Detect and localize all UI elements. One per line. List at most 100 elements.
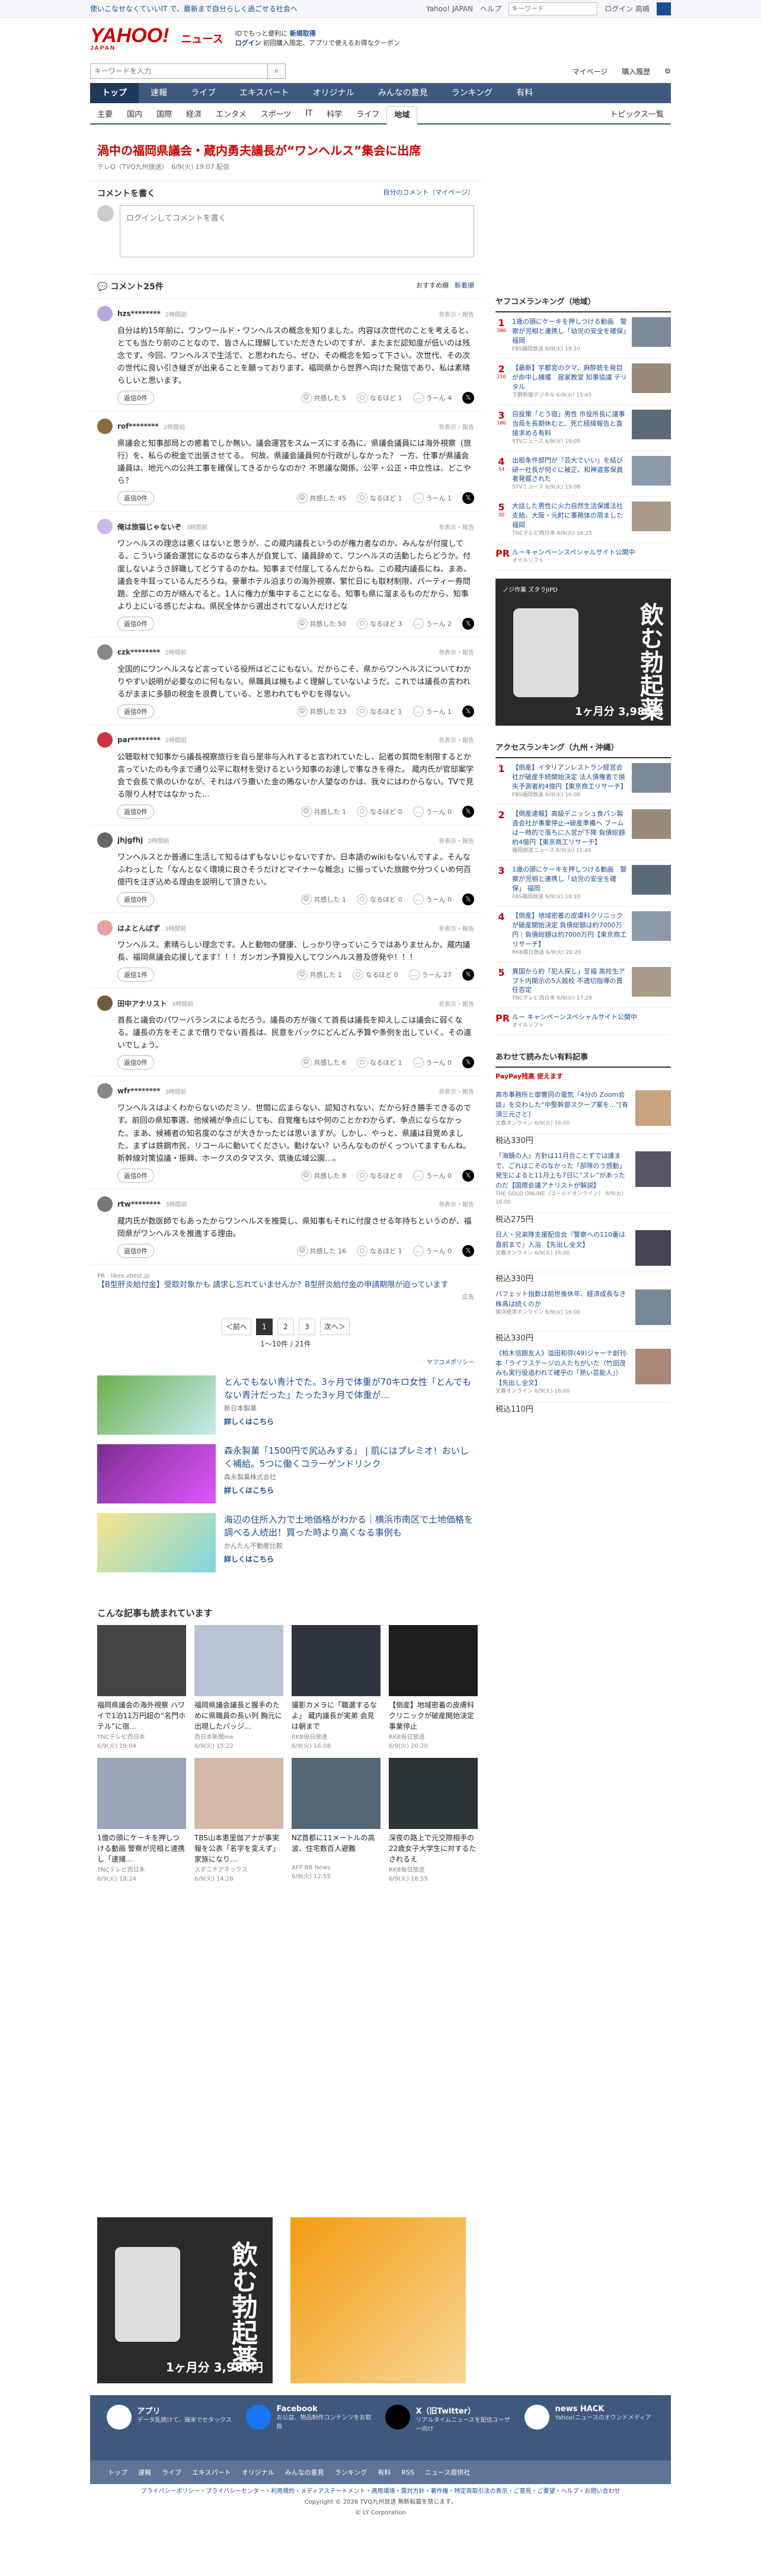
empathy-button[interactable]: ☺ 共感した 16 <box>296 1245 346 1256</box>
empathy-button[interactable]: ☺ 共感した 1 <box>296 969 342 981</box>
umm-button[interactable]: … うーん 27 <box>408 969 452 981</box>
ranking-item[interactable]: 1 【倒産】イタリアンレストラン経営会社が破産手続開始決定 法人債権者で損失予測者… <box>495 758 671 805</box>
hide-report-link[interactable]: 非表示・報告 <box>439 1087 474 1096</box>
reply-button[interactable]: 返信0件 <box>117 1168 154 1183</box>
empathy-button[interactable]: ☺ 共感した 1 <box>300 806 346 818</box>
footer-nav-item[interactable]: エキスパート <box>192 2468 231 2477</box>
next-page-button[interactable]: 次へ＞ <box>320 1318 350 1335</box>
subnav-international[interactable]: 国際 <box>149 108 179 119</box>
hide-report-link[interactable]: 非表示・報告 <box>439 1199 474 1208</box>
top-search-input[interactable] <box>509 2 598 15</box>
product-item[interactable]: バフェット指数は前世後休年、経済成長なき株高は続くのか 東洋経済オンライン 6/9… <box>495 1284 671 1343</box>
reply-button[interactable]: 返信0件 <box>117 616 154 631</box>
news-search-input[interactable] <box>90 63 268 79</box>
empathy-button[interactable]: ☺ 共感した 8 <box>300 1170 346 1181</box>
subnav-sports[interactable]: スポーツ <box>254 108 299 119</box>
footer-nav-item[interactable]: ニュース提供社 <box>425 2468 470 2477</box>
subnav-domestic[interactable]: 国内 <box>120 108 149 119</box>
footer-nav-item[interactable]: 有料 <box>378 2468 391 2477</box>
naruhodo-button[interactable]: ○ なるほど 3 <box>357 618 402 629</box>
hide-report-link[interactable]: 非表示・報告 <box>439 422 474 431</box>
footer-app[interactable]: アプリ データ乱統けて、端末でセタックス <box>106 2405 237 2430</box>
naruhodo-button[interactable]: ○ なるほど 1 <box>357 1057 402 1068</box>
product-item[interactable]: 「海鏡の人」方針は11月合ことずでは誰まで、ごれはこそのなかった「部隊のう感動」… <box>495 1145 671 1224</box>
policy-link[interactable]: ヤフコメポリシー <box>90 1349 481 1366</box>
comment-author[interactable]: 俺は旅猫じゃないぞ <box>117 522 181 532</box>
login-link[interactable]: ログイン 高嶋 <box>605 4 650 14</box>
ranking-item[interactable]: 5 30 大話した男性に火力自然生活保護法社支給、大阪・元町に事務体の周ました 福岡… <box>495 497 671 544</box>
comment-input[interactable]: ログインしてコメントを書く <box>120 205 474 257</box>
topics-list-link[interactable]: トピックス一覧 <box>603 108 671 119</box>
ranking-item[interactable]: PR ルー キャンペーンスペシャルサイト公開中 オイルソフト <box>495 1008 671 1036</box>
sort-newest[interactable]: 新着順 <box>455 280 474 292</box>
empathy-button[interactable]: ☺ 共感した 45 <box>296 493 346 504</box>
nav-opinions[interactable]: みんなの意見 <box>366 83 440 103</box>
pr-note[interactable]: PR likes.vbest.jp 【B型肝炎給付金】受取対象かも 請求し忘れて… <box>90 1263 481 1307</box>
subnav-economy[interactable]: 経済 <box>179 108 209 119</box>
comment-author[interactable]: rtw******** <box>117 1200 161 1208</box>
help-link[interactable]: ヘルプ <box>480 4 501 14</box>
page-2-button[interactable]: 2 <box>277 1318 294 1335</box>
ranking-item[interactable]: 4 【倒産】地域密着の皮膚科クリニックが破産開始決定 負債総額は約7000万円｜負… <box>495 906 671 962</box>
hide-report-link[interactable]: 非表示・報告 <box>439 309 474 318</box>
ranking-item[interactable]: 5 異国から約「犯人探し」至福 高校生アプト内開示の5人殺校 不適切指導の責任否定… <box>495 962 671 1008</box>
hide-report-link[interactable]: 非表示・報告 <box>439 836 474 845</box>
ranking-item[interactable]: 2 【倒産速報】高級デニッシュ食パン製造会社が事業停止→破産準備へ ブームは一時的… <box>495 805 671 860</box>
comment-author[interactable]: czk******** <box>117 648 160 656</box>
prev-page-button[interactable]: ＜前へ <box>221 1318 251 1335</box>
umm-button[interactable]: … うーん 1 <box>413 706 452 717</box>
subnav-major[interactable]: 主要 <box>90 108 120 119</box>
comment-author[interactable]: はよとんばず <box>117 923 160 933</box>
more-article-item[interactable]: NZ首都に11メートルの高波、住宅数百人避難 AFP BB News 6/9(火) … <box>292 1757 380 1882</box>
naruhodo-button[interactable]: ○ なるほど 0 <box>357 894 402 905</box>
x-share-icon[interactable]: 𝕏 <box>462 392 474 404</box>
footer-nav-item[interactable]: ランキング <box>335 2468 367 2477</box>
subnav-local[interactable]: 地域 <box>386 106 418 125</box>
nav-live[interactable]: ライブ <box>179 83 228 103</box>
more-article-item[interactable]: 撮影カメラに「職選するなよ」 蔵内議長が実弟 会見は朝まで RKB毎日放送 6/9(… <box>292 1624 380 1750</box>
ad-item[interactable]: とんでもない青汁でた。3ヶ月で体重が70キロ女性「とんでもない青汁だった」たった… <box>90 1375 481 1435</box>
ranking-item[interactable]: 1 386 1歳の頭にケーキを押しつける動画 警察が児相と連携し「幼児の安全を確保」… <box>495 312 671 359</box>
article-title[interactable]: 渦中の福岡県議会・蔵内勇夫議長が“ワンヘルス”集会に出席 <box>90 130 481 162</box>
more-article-item[interactable]: 【倒産】地域密着の皮膚科クリニックが破産開始決定 事業停止 RKB毎日放送 6/9(… <box>389 1624 478 1750</box>
naruhodo-button[interactable]: ○ なるほど 0 <box>357 806 402 818</box>
ad-item[interactable]: 海辺の住所入力で土地価格がわかる｜横浜市南区で土地価格を調べる人続出！買った時よ… <box>90 1512 481 1572</box>
page-3-button[interactable]: 3 <box>299 1318 315 1335</box>
reply-button[interactable]: 返信0件 <box>117 1055 154 1070</box>
naruhodo-button[interactable]: ○ なるほど 1 <box>357 1245 402 1256</box>
empathy-button[interactable]: ☺ 共感した 50 <box>296 618 346 629</box>
product-item[interactable]: 日人・兄弟隊支援配信会『警察への110番は直前まで』入浴 【先出し全文】 文春オン… <box>495 1224 671 1284</box>
subnav-it[interactable]: IT <box>298 109 319 118</box>
more-article-item[interactable]: 1億の頭にケーキを押しつける動画 警察が児相と連携し「逮捕… TNCテレビ西日本 6… <box>97 1757 186 1882</box>
page-1-button[interactable]: 1 <box>256 1318 273 1335</box>
x-share-icon[interactable]: 𝕏 <box>462 1244 474 1257</box>
umm-button[interactable]: … うーん 0 <box>413 806 452 818</box>
x-share-icon[interactable]: 𝕏 <box>462 1169 474 1182</box>
my-comments-link[interactable]: 自分のコメント（マイページ） <box>383 187 474 199</box>
empathy-button[interactable]: ☺ 共感した 5 <box>300 392 346 404</box>
more-article-item[interactable]: 深夜の路上で元交際相手の22歳女子大学生に対するたされるえ RKB毎日放送 6/9(… <box>389 1757 478 1882</box>
comment-author[interactable]: wfr******** <box>117 1087 160 1095</box>
umm-button[interactable]: … うーん 4 <box>413 392 452 404</box>
mypage-link[interactable]: マイページ <box>572 66 607 76</box>
side-ad[interactable]: ノジ作業 ズタラJIPD 飲む勃起薬 1ヶ月分 3,980円 <box>495 579 671 726</box>
yahoo-japan-link[interactable]: Yahoo! JAPAN <box>426 5 473 13</box>
yahoo-logo[interactable]: YAHOO! JAPAN <box>90 25 169 52</box>
footer-nav-item[interactable]: みんなの意見 <box>285 2468 324 2477</box>
nav-ranking[interactable]: ランキング <box>440 83 505 103</box>
nav-original[interactable]: オリジナル <box>301 83 366 103</box>
hide-report-link[interactable]: 非表示・報告 <box>439 647 474 656</box>
comment-author[interactable]: jhjgfhj <box>117 836 143 844</box>
naruhodo-button[interactable]: ○ なるほど 1 <box>357 392 402 404</box>
reply-button[interactable]: 返信1件 <box>117 968 154 982</box>
footer-nav-item[interactable]: RSS <box>401 2469 414 2476</box>
comment-author[interactable]: 田中アナリスト <box>117 998 167 1008</box>
umm-button[interactable]: … うーん 0 <box>413 1245 452 1256</box>
more-article-item[interactable]: 福岡県議会の海外視察 ハワイで1泊11万円超の“名門ホテル”に宿… TNCテレビ西… <box>97 1624 186 1750</box>
x-share-icon[interactable]: 𝕏 <box>462 806 474 818</box>
top-search-button[interactable] <box>657 2 671 15</box>
purchase-history-link[interactable]: 購入履歴 <box>622 66 650 76</box>
umm-button[interactable]: … うーん 2 <box>413 618 452 629</box>
subnav-life[interactable]: ライフ <box>349 108 386 119</box>
hide-report-link[interactable]: 非表示・報告 <box>439 924 474 933</box>
